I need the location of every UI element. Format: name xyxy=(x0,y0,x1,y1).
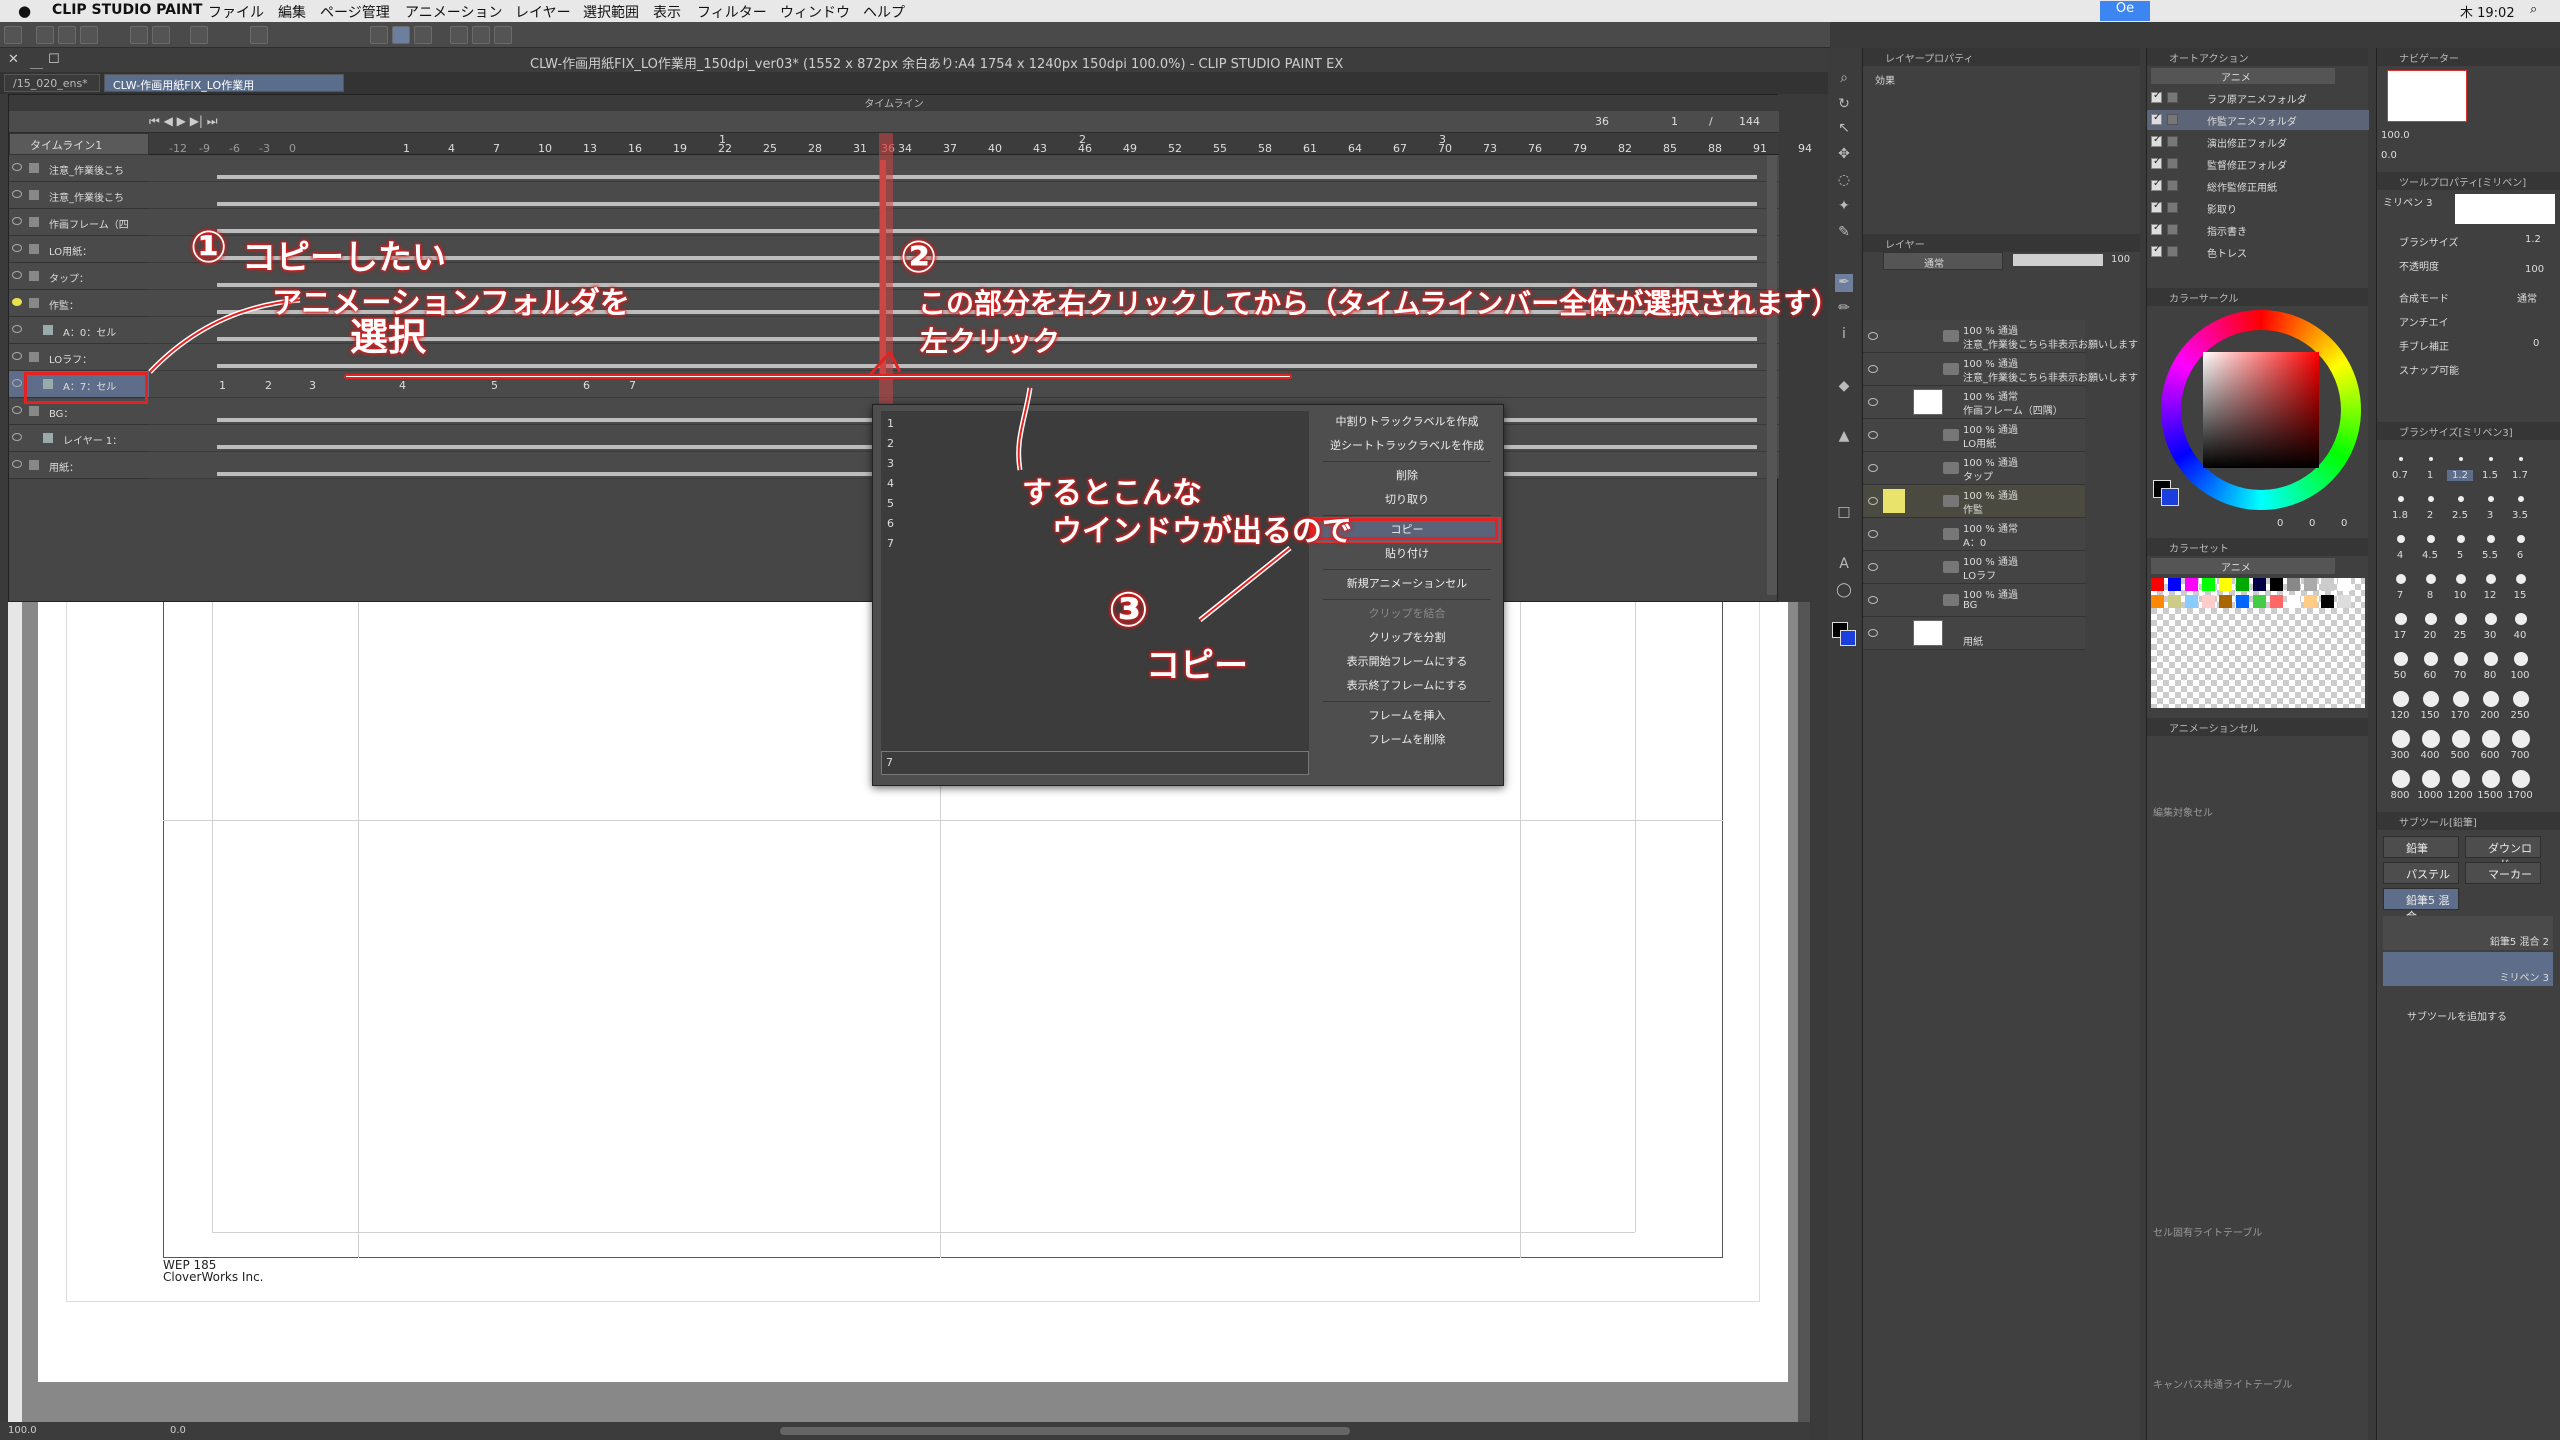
annotation-step1-line1: コピーしたい xyxy=(242,238,446,278)
annotation-step1-line3: 選択 xyxy=(350,315,427,359)
annotation-arrows xyxy=(148,297,1292,622)
annotation-step2-line1: この部分を右クリックしてから（タイムラインバー全体が選択されます） xyxy=(918,287,1840,320)
annotation-step2-number: ② xyxy=(900,232,938,283)
annotation-step3-text: コピー xyxy=(1146,646,1248,686)
annotation-step2-line2: 左クリック xyxy=(920,325,1061,358)
annotation-step3-number: ③ xyxy=(1108,582,1149,638)
annotation-step2b-line2: ウインドウが出るので xyxy=(1052,514,1352,549)
annotation-step1-line2: アニメーションフォルダを xyxy=(272,286,630,321)
annotation-step1-number: ① xyxy=(190,222,228,273)
